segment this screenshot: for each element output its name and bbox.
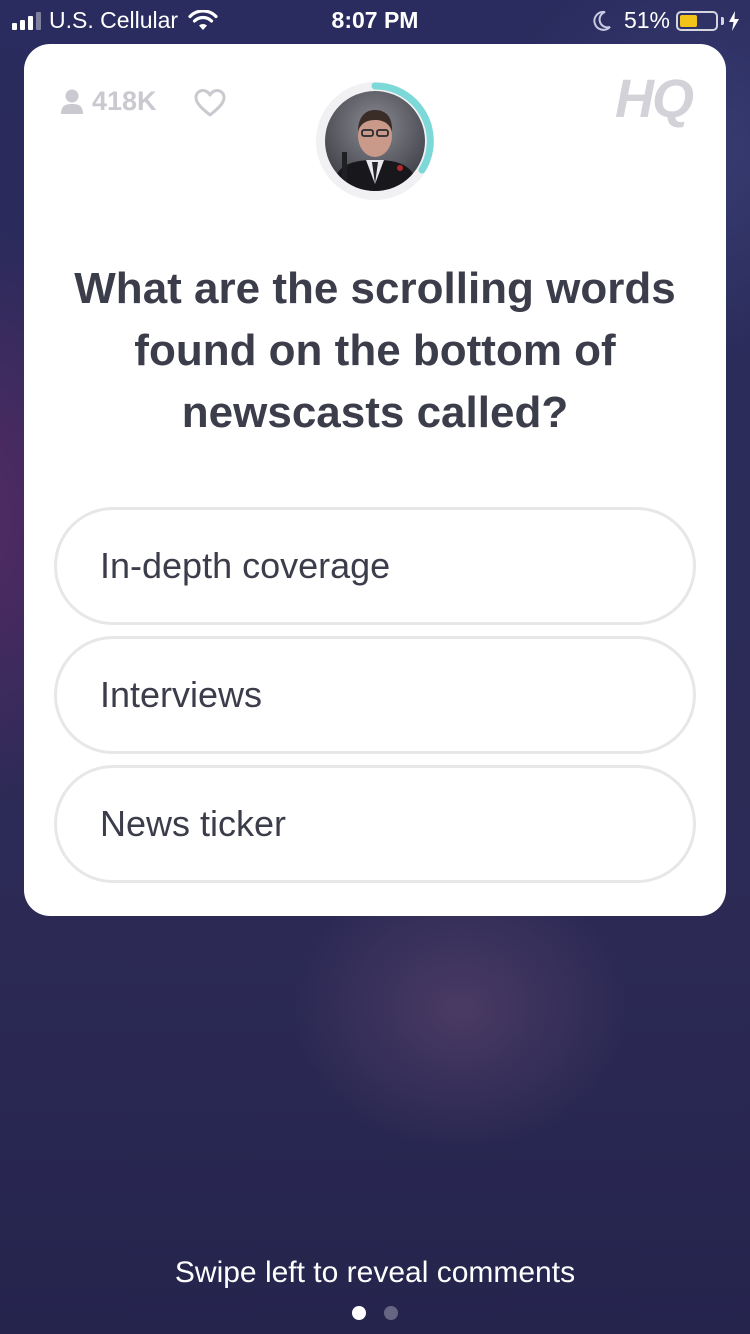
battery-fill (680, 14, 697, 27)
battery-icon (676, 10, 718, 31)
page-dot-2[interactable] (384, 1306, 398, 1320)
answer-option-1[interactable]: In-depth coverage (54, 507, 696, 625)
battery-cap (721, 16, 724, 25)
page-indicator[interactable] (0, 1306, 750, 1320)
answer-option-2[interactable]: Interviews (54, 636, 696, 754)
swipe-hint: Swipe left to reveal comments (174, 1256, 576, 1289)
hq-logo: HQ (615, 69, 694, 129)
answer-option-3[interactable]: News ticker (54, 765, 696, 883)
person-icon (61, 89, 83, 114)
viewer-count: 418K (60, 86, 157, 117)
question-text: What are the scrolling words found on th… (74, 264, 676, 437)
answer-list: In-depth coverage Interviews News ticker (54, 507, 696, 894)
heart-icon[interactable] (194, 88, 226, 118)
charging-bolt-icon (729, 10, 739, 31)
question-card: 418K HQ What are the scrolling words fou… (24, 44, 726, 916)
status-bar-right: 51% (592, 7, 740, 34)
moon-icon (593, 10, 611, 31)
status-bar: U.S. Cellular 8:07 PM 51% (0, 0, 750, 40)
host-avatar (314, 80, 436, 202)
page-dot-1[interactable] (352, 1306, 366, 1320)
battery-percent: 51% (623, 7, 670, 33)
viewer-count-label: 418K (92, 86, 157, 116)
host-photo (325, 91, 425, 191)
